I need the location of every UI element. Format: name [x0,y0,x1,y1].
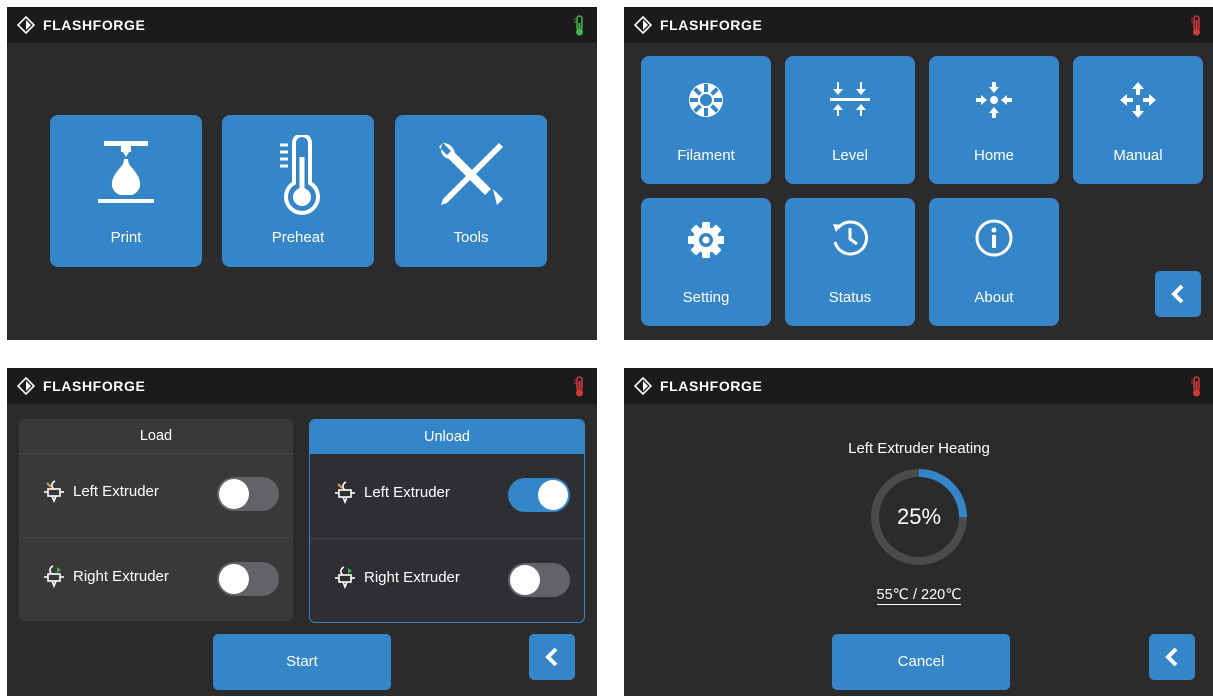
manual-tile[interactable]: Manual [1073,56,1203,184]
filament-icon [689,83,723,117]
back-chevron-icon [1165,647,1178,667]
right-extruder-icon [44,565,64,589]
manual-move-icon [1120,82,1156,118]
unload-right-extruder-row: Right Extruder [310,538,584,619]
temperature-readout: 55℃ / 220℃ [624,587,1213,605]
home-screen: FLASHFORGE Print Preheat Tools [7,7,597,340]
tools-screen: FLASHFORGE Filament Level Home Manual Se… [624,7,1213,340]
clock-icon [833,220,868,256]
top-bar: FLASHFORGE [7,368,597,404]
unload-left-extruder-label: Left Extruder [364,484,450,501]
load-right-extruder-toggle[interactable] [217,562,279,596]
level-tile[interactable]: Level [785,56,915,184]
brand-name: FLASHFORGE [43,378,146,394]
load-right-extruder-row: Right Extruder [19,537,293,618]
about-tile[interactable]: About [929,198,1059,326]
preheat-label: Preheat [271,229,325,246]
info-icon [975,219,1013,257]
top-bar: FLASHFORGE [624,7,1213,43]
thermometer-red-icon [574,376,583,397]
thermometer-green-icon [574,15,583,36]
tools-icon [439,143,503,205]
unload-right-extruder-label: Right Extruder [364,569,460,586]
home-axes-icon [976,82,1012,118]
brand-name: FLASHFORGE [43,17,146,33]
toggle-knob [510,565,540,595]
back-button[interactable] [1155,271,1201,317]
load-panel: Load Left Extruder Right Extruder [19,419,293,621]
level-label: Level [832,147,868,164]
right-extruder-icon [335,566,355,590]
print-tile[interactable]: Print [50,115,202,267]
manual-label: Manual [1113,147,1163,164]
flashforge-logo: FLASHFORGE [17,377,145,395]
filament-screen: FLASHFORGE Load Left Extruder Right Extr… [7,368,597,696]
print-label: Print [110,229,142,246]
toggle-knob [219,479,249,509]
filament-label: Filament [677,147,735,164]
load-left-extruder-toggle[interactable] [217,477,279,511]
cancel-button[interactable]: Cancel [832,634,1010,690]
unload-tab[interactable]: Unload [310,420,584,454]
thermometer-red-icon [1191,15,1200,36]
thermometer-icon [280,135,320,215]
filament-tile[interactable]: Filament [641,56,771,184]
print-icon [98,141,154,203]
back-button[interactable] [529,634,575,680]
thermometer-red-icon [1191,376,1200,397]
back-chevron-icon [545,647,558,667]
top-bar: FLASHFORGE [7,7,597,43]
setting-label: Setting [682,289,730,306]
tools-label: Tools [453,229,489,246]
heating-percent: 25% [896,504,942,529]
left-extruder-icon [44,480,64,504]
preheat-tile[interactable]: Preheat [222,115,374,267]
temperature-value: 55℃ / 220℃ [876,587,962,605]
brand-name: FLASHFORGE [660,17,763,33]
status-tile[interactable]: Status [785,198,915,326]
setting-tile[interactable]: Setting [641,198,771,326]
flashforge-logo: FLASHFORGE [634,377,762,395]
heating-screen: FLASHFORGE Left Extruder Heating 25% 55℃… [624,368,1213,696]
toggle-knob [538,480,568,510]
load-left-extruder-label: Left Extruder [73,483,159,500]
unload-panel: Unload Left Extruder Right Extruder [309,419,585,623]
heating-title: Left Extruder Heating [848,440,990,457]
unload-right-extruder-toggle[interactable] [508,563,570,597]
level-icon [830,82,870,116]
start-button[interactable]: Start [213,634,391,690]
back-chevron-icon [1171,284,1184,304]
gear-icon [688,222,724,258]
home-tile[interactable]: Home [929,56,1059,184]
status-label: Status [828,289,872,306]
brand-name: FLASHFORGE [660,378,763,394]
top-bar: FLASHFORGE [624,368,1213,404]
load-tab[interactable]: Load [19,419,293,454]
left-extruder-icon [335,481,355,505]
about-label: About [974,289,1014,306]
toggle-knob [219,564,249,594]
home-label: Home [973,147,1014,164]
flashforge-logo: FLASHFORGE [17,16,145,34]
unload-left-extruder-toggle[interactable] [508,478,570,512]
load-left-extruder-row: Left Extruder [19,453,293,533]
back-button[interactable] [1149,634,1195,680]
unload-left-extruder-row: Left Extruder [310,454,584,534]
flashforge-logo: FLASHFORGE [634,16,762,34]
tools-tile[interactable]: Tools [395,115,547,267]
load-right-extruder-label: Right Extruder [73,568,169,585]
